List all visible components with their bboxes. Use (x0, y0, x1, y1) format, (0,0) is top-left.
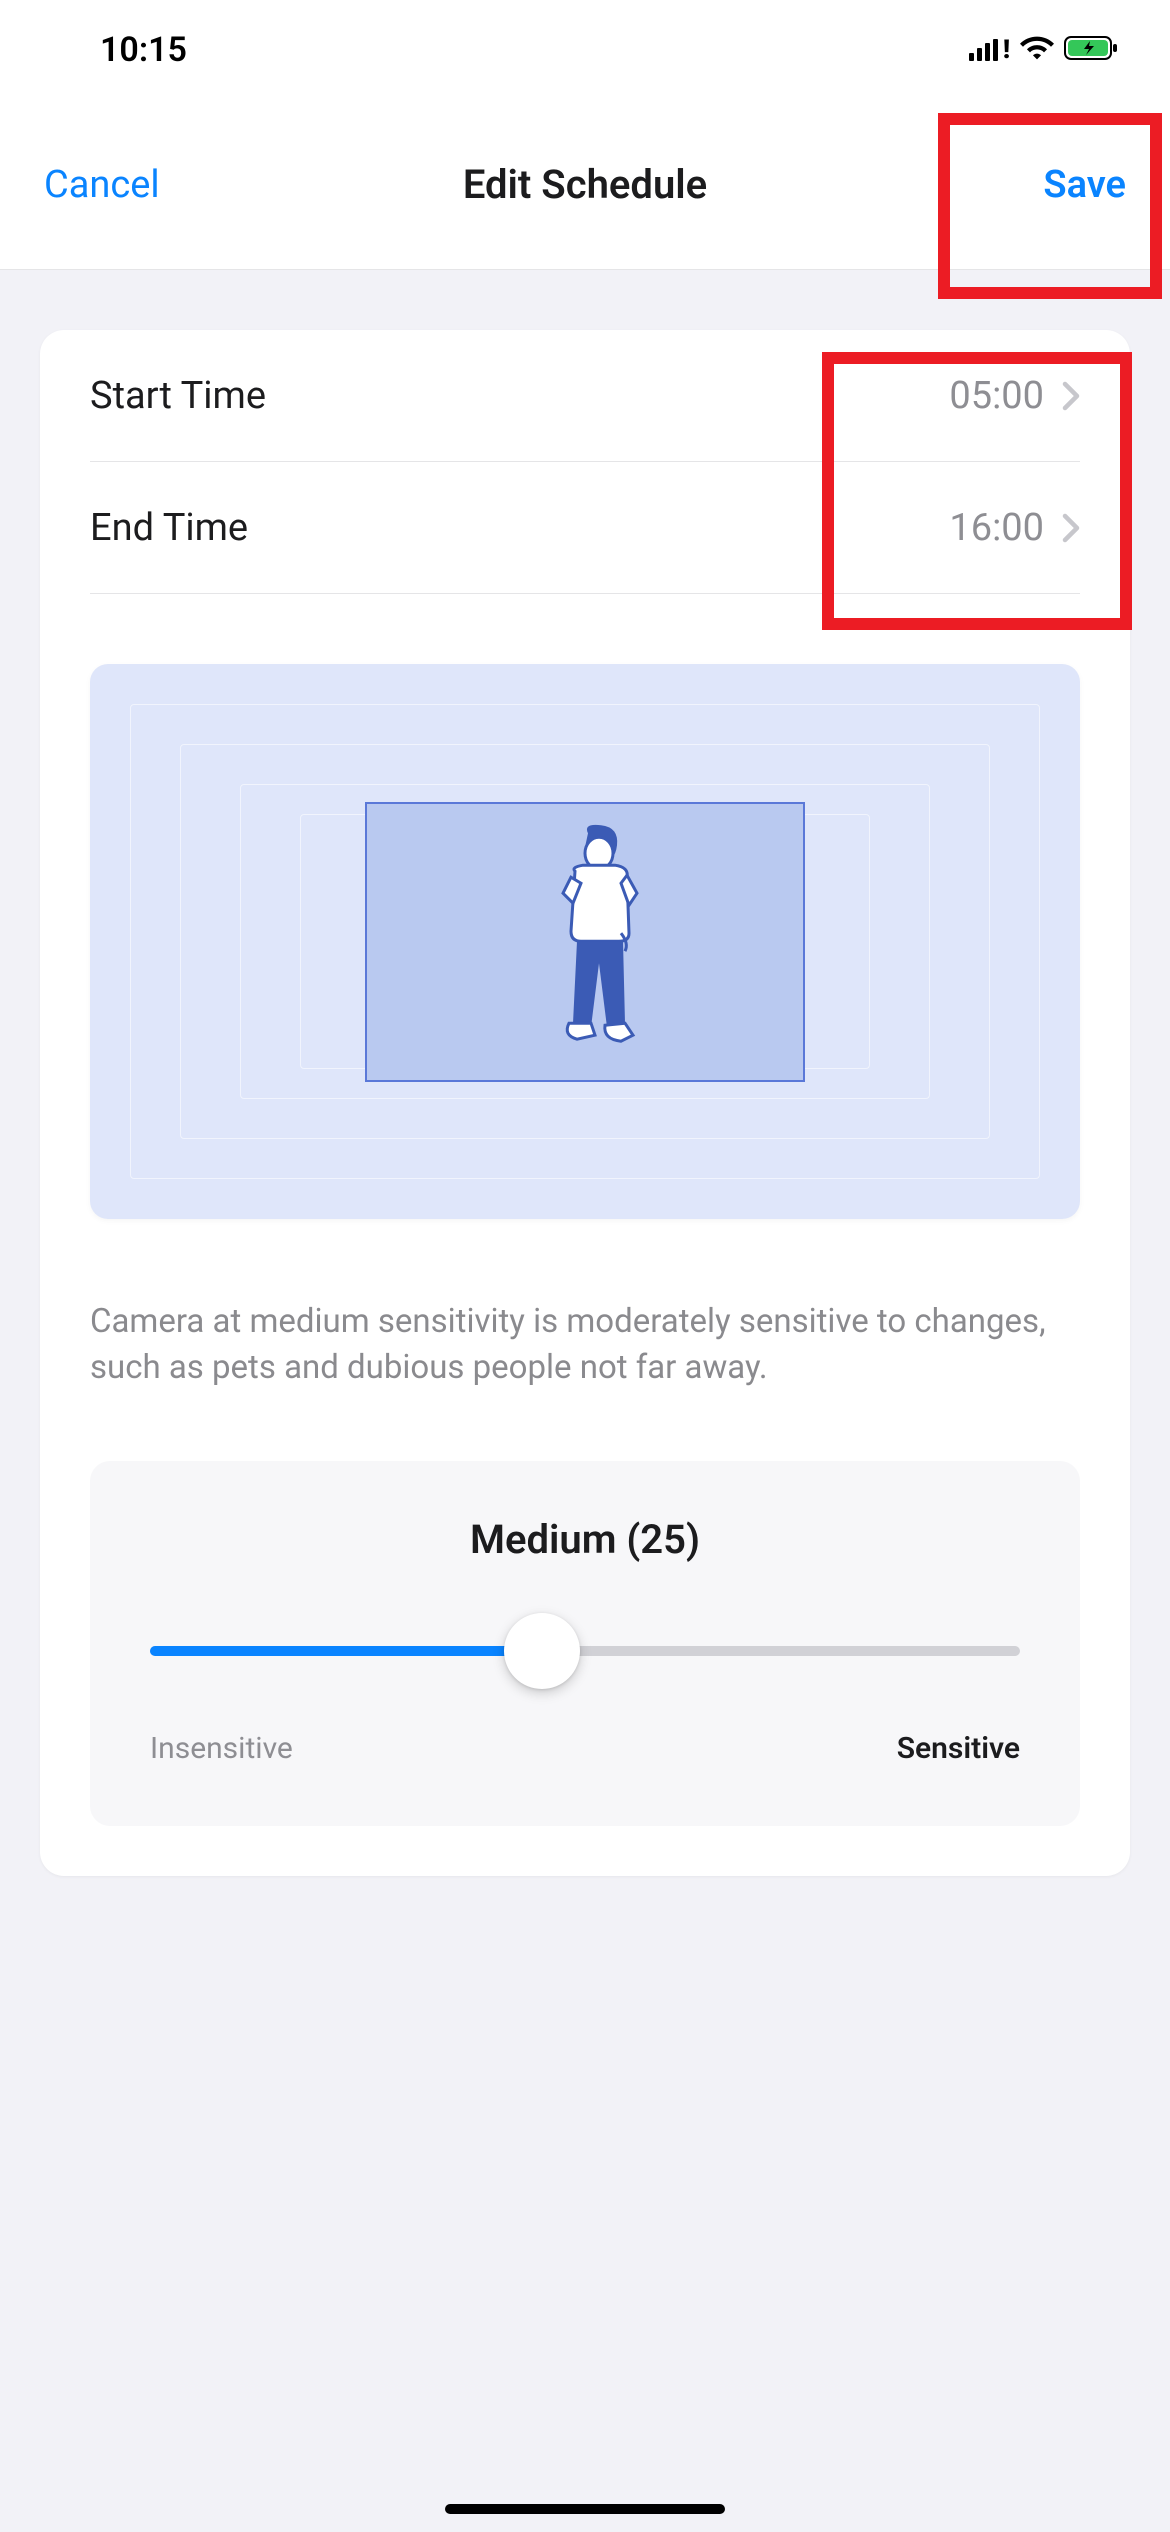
content-area: Start Time 05:00 End Time 16:00 (0, 270, 1170, 2532)
page-title: Edit Schedule (463, 161, 707, 208)
slider-max-label: Sensitive (897, 1731, 1020, 1766)
sensitivity-value-label: Medium (25) (150, 1516, 1020, 1563)
sensitivity-slider-card: Medium (25) Insensitive Sensitive (90, 1461, 1080, 1826)
start-time-label: Start Time (90, 374, 266, 418)
status-time: 10:15 (100, 30, 187, 70)
sensitivity-description: Camera at medium sensitivity is moderate… (90, 1299, 1080, 1391)
chevron-right-icon (1062, 381, 1080, 411)
chevron-right-icon (1062, 513, 1080, 543)
sensitivity-slider[interactable] (150, 1613, 1020, 1689)
nav-header: Cancel Edit Schedule Save (0, 100, 1170, 270)
battery-charging-icon (1064, 34, 1120, 66)
end-time-row[interactable]: End Time 16:00 (90, 462, 1080, 594)
cellular-signal-icon: ! (969, 39, 1010, 61)
start-time-value: 05:00 (949, 374, 1044, 418)
start-time-row[interactable]: Start Time 05:00 (90, 330, 1080, 462)
slider-thumb[interactable] (504, 1613, 580, 1689)
save-button[interactable]: Save (1043, 163, 1126, 207)
end-time-value: 16:00 (949, 506, 1044, 550)
slider-min-label: Insensitive (150, 1731, 293, 1766)
status-icons: ! (969, 31, 1120, 69)
schedule-card: Start Time 05:00 End Time 16:00 (40, 330, 1130, 1876)
home-indicator[interactable] (445, 2504, 725, 2514)
sensitivity-illustration (90, 664, 1080, 1219)
wifi-icon (1020, 31, 1054, 69)
end-time-label: End Time (90, 506, 248, 550)
cancel-button[interactable]: Cancel (44, 163, 160, 207)
person-icon (533, 823, 663, 1087)
status-bar: 10:15 ! (0, 0, 1170, 100)
